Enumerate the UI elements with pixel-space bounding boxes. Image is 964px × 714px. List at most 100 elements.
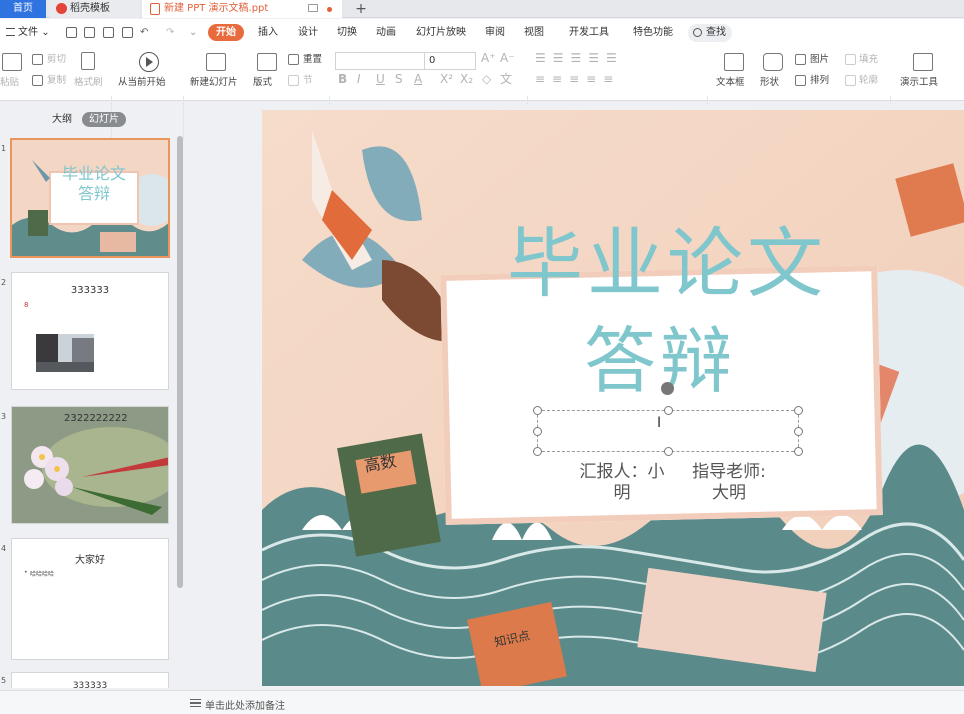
alignment-icons[interactable]: ≡≡≡≡≡: [535, 73, 620, 85]
superscript-icon[interactable]: X²: [440, 73, 453, 85]
selected-textbox[interactable]: [537, 410, 799, 452]
play-from-current-button[interactable]: 从当前开始: [118, 77, 166, 89]
resize-handle-ne[interactable]: [794, 406, 803, 415]
slide-thumbnail-2[interactable]: 333333 8: [11, 272, 169, 390]
arrange-button[interactable]: 排列: [810, 75, 829, 87]
tab-document[interactable]: 新建 PPT 演示文稿.ppt: [142, 0, 342, 18]
current-slide[interactable]: 毕业论文 答辩 汇报人：小 明 指导老师: 大明 高数 知识点 I: [262, 110, 964, 686]
resize-handle-se[interactable]: [794, 447, 803, 456]
print-preview-icon[interactable]: [122, 27, 133, 38]
thumb-title: 333333: [72, 681, 108, 688]
copy-button[interactable]: 复制: [47, 75, 66, 87]
slide-thumbnail-3[interactable]: 2322222222: [11, 406, 169, 524]
slide-thumbnail-1[interactable]: 毕业论文 答辩: [10, 138, 170, 258]
layout-icon[interactable]: [257, 53, 277, 71]
cut-button[interactable]: 剪切: [47, 54, 66, 66]
picture-icon[interactable]: [795, 54, 806, 65]
rotate-handle-icon[interactable]: [661, 382, 674, 395]
undo-icon[interactable]: ↶: [140, 24, 148, 41]
tab-home[interactable]: 首页: [0, 0, 46, 18]
presentation-tools-button[interactable]: 演示工具: [900, 77, 938, 89]
slide-thumbnail-4[interactable]: 大家好 • 哈哈哈哈: [11, 538, 169, 660]
more-chevron-icon[interactable]: ⌄: [189, 24, 197, 41]
new-slide-button[interactable]: 新建幻灯片: [190, 77, 238, 89]
presentation-tools-icon[interactable]: [913, 53, 933, 71]
fill-icon[interactable]: [845, 54, 856, 65]
cut-icon[interactable]: [32, 54, 43, 65]
layout-button[interactable]: 版式: [253, 77, 272, 89]
search-button[interactable]: 查找: [688, 24, 732, 42]
menu-item-transitions[interactable]: 切换: [337, 24, 357, 41]
tab-slides[interactable]: 幻灯片: [82, 112, 126, 127]
play-icon[interactable]: [139, 52, 159, 72]
strikethrough-icon[interactable]: S: [395, 73, 403, 85]
resize-handle-n[interactable]: [664, 406, 673, 415]
paste-icon[interactable]: [2, 53, 22, 71]
copy-icon[interactable]: [32, 75, 43, 86]
new-slide-icon[interactable]: [206, 53, 226, 71]
resize-handle-w[interactable]: [533, 427, 542, 436]
text-box-button[interactable]: 文本框: [716, 77, 745, 89]
subscript-icon[interactable]: X₂: [460, 73, 473, 85]
tab-template-label: 稻壳模板: [70, 3, 110, 14]
tab-outline[interactable]: 大纲: [52, 112, 72, 127]
arrange-icon[interactable]: [795, 75, 806, 86]
thumbnail-scrollbar[interactable]: [177, 136, 183, 588]
notes-placeholder[interactable]: 单击此处添加备注: [205, 697, 285, 712]
menu-item-animations[interactable]: 动画: [376, 24, 396, 41]
redo-icon[interactable]: ↷: [166, 24, 174, 41]
reset-icon[interactable]: [288, 54, 299, 65]
menu-item-slideshow[interactable]: 幻灯片放映: [416, 24, 466, 41]
reset-button[interactable]: 重置: [303, 54, 322, 66]
italic-icon[interactable]: I: [357, 73, 361, 85]
fill-button[interactable]: 填充: [859, 54, 878, 66]
search-label: 查找: [706, 27, 726, 38]
shape-button[interactable]: 形状: [760, 77, 779, 89]
resize-handle-e[interactable]: [794, 427, 803, 436]
shrink-font-icon[interactable]: A⁻: [500, 52, 515, 64]
slide-title-line2[interactable]: 答辩: [584, 302, 736, 407]
grow-font-icon[interactable]: A⁺: [481, 52, 496, 64]
menu-item-view[interactable]: 视图: [524, 24, 544, 41]
menu-item-special[interactable]: 特色功能: [633, 24, 673, 41]
slide-thumbnail-5[interactable]: 333333: [11, 672, 169, 688]
paste-button-label[interactable]: 粘贴: [0, 77, 19, 89]
format-painter-icon[interactable]: [81, 52, 95, 70]
notes-bar[interactable]: 单击此处添加备注: [0, 690, 964, 714]
section-icon[interactable]: [288, 75, 299, 86]
slide-title-line1[interactable]: 毕业论文: [507, 202, 827, 312]
outline-icon[interactable]: [845, 75, 856, 86]
resize-handle-sw[interactable]: [533, 447, 542, 456]
clear-format-icon[interactable]: ◇: [482, 73, 491, 85]
tab-template[interactable]: 稻壳模板: [50, 0, 140, 18]
menu-item-design[interactable]: 设计: [298, 24, 318, 41]
paragraph-list-icons[interactable]: ☰☰☰☰☰: [535, 52, 624, 64]
font-size-input[interactable]: 0: [424, 52, 476, 70]
format-painter-button[interactable]: 格式刷: [74, 77, 103, 89]
menu-item-home[interactable]: 开始: [208, 24, 244, 41]
new-tab-button[interactable]: +: [352, 0, 370, 18]
shape-icon[interactable]: [763, 53, 783, 71]
print-icon[interactable]: [103, 27, 114, 38]
bold-icon[interactable]: B: [338, 73, 347, 85]
save-icon[interactable]: [66, 27, 77, 38]
char-spacing-icon[interactable]: 文: [500, 73, 512, 85]
thumb-photo-flowers: [12, 407, 168, 523]
monitor-icon[interactable]: [308, 4, 318, 12]
section-button[interactable]: 节: [303, 75, 313, 87]
picture-button[interactable]: 图片: [810, 54, 829, 66]
underline-icon[interactable]: U: [376, 73, 385, 85]
resize-handle-s[interactable]: [664, 447, 673, 456]
file-menu[interactable]: 文件 ⌄: [6, 24, 50, 41]
advisor-text[interactable]: 指导老师: 大明: [674, 462, 784, 504]
reporter-text[interactable]: 汇报人：小 明: [562, 462, 682, 504]
font-color-icon[interactable]: A: [414, 73, 422, 85]
menu-item-insert[interactable]: 插入: [258, 24, 278, 41]
menu-item-developer[interactable]: 开发工具: [569, 24, 609, 41]
font-name-select[interactable]: [335, 52, 425, 70]
outline-button[interactable]: 轮廓: [859, 75, 878, 87]
export-pdf-icon[interactable]: [84, 27, 95, 38]
text-box-icon[interactable]: [724, 53, 744, 71]
resize-handle-nw[interactable]: [533, 406, 542, 415]
menu-item-review[interactable]: 审阅: [485, 24, 505, 41]
